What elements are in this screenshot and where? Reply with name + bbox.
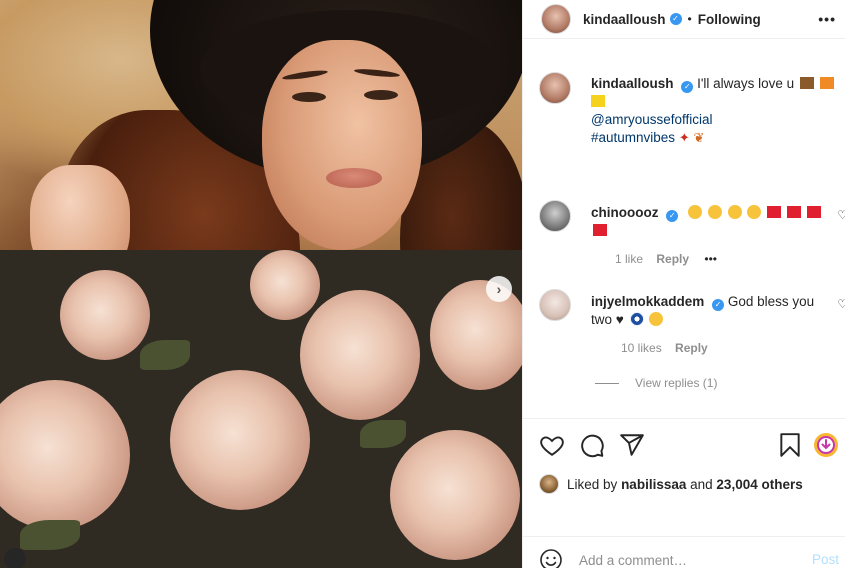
reply-button[interactable]: Reply xyxy=(675,341,708,355)
chevron-right-icon: › xyxy=(496,281,502,297)
comment-text: injyelmokkaddem ✓ God bless you two ♥ xyxy=(591,293,821,329)
liked-by-prefix: Liked by xyxy=(567,476,618,492)
eye-left xyxy=(292,92,326,102)
rose-print xyxy=(300,290,420,420)
more-options-icon[interactable]: ••• xyxy=(818,11,836,27)
add-comment-bar: Post xyxy=(539,548,839,568)
avatar[interactable] xyxy=(539,289,571,321)
comment-username[interactable]: chinooooz xyxy=(591,205,659,220)
reply-button[interactable]: Reply xyxy=(656,252,689,266)
blouse xyxy=(0,250,522,568)
liked-by-user[interactable]: nabilissaa xyxy=(621,477,686,492)
rose-print xyxy=(170,370,310,510)
comment-bubble-icon[interactable] xyxy=(579,432,605,458)
next-photo-button[interactable]: › xyxy=(486,276,512,302)
yellow-heart-icon xyxy=(591,95,605,107)
nazar-amulet-icon xyxy=(629,312,644,326)
comment-like-count[interactable]: 10 likes xyxy=(621,341,662,355)
avatar[interactable] xyxy=(539,474,559,494)
comment-meta: 1 like Reply ••• xyxy=(615,252,717,266)
post-comment-button[interactable]: Post xyxy=(812,552,839,567)
following-button[interactable]: Following xyxy=(698,12,761,27)
comment-item: chinooooz ✓ ♡ 1 like Reply ••• xyxy=(539,200,845,270)
photo-tag-icon[interactable] xyxy=(4,548,26,568)
red-heart-icon xyxy=(806,206,821,218)
red-heart-icon xyxy=(786,206,801,218)
face xyxy=(262,40,422,250)
red-heart-icon xyxy=(767,206,782,218)
maple-leaf-icon: ✦ xyxy=(678,130,690,145)
like-heart-icon[interactable] xyxy=(539,432,565,458)
share-paper-plane-icon[interactable] xyxy=(619,432,645,458)
post-sidebar: kindaalloush ✓ • Following ••• kindaallo… xyxy=(522,0,845,568)
liked-by-and: and xyxy=(690,476,713,492)
liked-by: Liked by nabilissaa and 23,004 others xyxy=(539,474,803,494)
avatar[interactable] xyxy=(539,200,571,232)
post-photo[interactable]: › xyxy=(0,0,522,568)
author-username[interactable]: kindaalloush xyxy=(583,12,666,27)
leaf-print xyxy=(20,520,80,550)
heart-eyes-emoji-icon xyxy=(707,205,722,219)
comment-input[interactable] xyxy=(579,552,799,568)
caption-text: kindaalloush ✓ I'll always love u @amryo… xyxy=(591,75,841,147)
caption-username[interactable]: kindaalloush xyxy=(591,76,674,91)
heart-eyes-emoji-icon xyxy=(688,205,703,219)
separator-dot: • xyxy=(687,12,692,26)
comment-more-icon[interactable]: ••• xyxy=(704,252,717,266)
hashtag-link[interactable]: #autumnvibes xyxy=(591,130,675,145)
post-actions xyxy=(539,432,839,460)
rose-print xyxy=(60,270,150,360)
rose-print xyxy=(0,380,130,530)
avatar[interactable] xyxy=(539,72,571,104)
view-replies-button[interactable]: View replies (1) xyxy=(595,376,717,390)
verified-icon: ✓ xyxy=(666,210,679,222)
comment-meta: 10 likes Reply xyxy=(621,341,708,355)
heart-eyes-emoji-icon xyxy=(747,205,762,219)
comment-like-heart-icon[interactable]: ♡ xyxy=(837,208,845,222)
view-replies-label: View replies (1) xyxy=(635,376,718,390)
rose-print xyxy=(390,430,520,560)
comment-item: injyelmokkaddem ✓ God bless you two ♥ ♡ … xyxy=(539,289,845,359)
save-bookmark-icon[interactable] xyxy=(777,432,803,458)
download-extension-icon[interactable] xyxy=(813,432,839,458)
red-heart-icon xyxy=(593,224,607,236)
verified-icon: ✓ xyxy=(681,81,694,93)
caption-body: I'll always love u xyxy=(697,76,795,91)
comment-username[interactable]: injyelmokkaddem xyxy=(591,294,704,309)
emoji-smiley-icon[interactable] xyxy=(539,548,563,568)
orange-heart-icon xyxy=(819,77,834,89)
verified-icon: ✓ xyxy=(669,13,682,25)
mention-link[interactable]: @amryoussefofficial xyxy=(591,112,713,127)
leaf-print xyxy=(140,340,190,370)
comment-like-count[interactable]: 1 like xyxy=(615,252,643,266)
verified-icon: ✓ xyxy=(712,299,725,311)
rose-print xyxy=(250,250,320,320)
liked-by-others[interactable]: 23,004 others xyxy=(716,477,802,492)
actions-divider xyxy=(523,418,845,419)
lips xyxy=(326,168,382,188)
heart-eyes-emoji-icon xyxy=(727,205,742,219)
post-header: kindaalloush ✓ • Following ••• xyxy=(523,0,845,38)
eye-right xyxy=(364,90,398,100)
brown-heart-icon xyxy=(799,77,814,89)
fallen-leaf-icon: ❦ xyxy=(693,130,705,145)
smiling-emoji-icon xyxy=(649,312,664,326)
comment-text: chinooooz ✓ xyxy=(591,204,821,240)
replies-line xyxy=(595,382,619,384)
comment-divider xyxy=(523,536,845,537)
comment-like-heart-icon[interactable]: ♡ xyxy=(837,297,845,311)
header-divider xyxy=(523,38,845,39)
avatar[interactable] xyxy=(541,4,571,34)
leaf-print xyxy=(360,420,406,448)
